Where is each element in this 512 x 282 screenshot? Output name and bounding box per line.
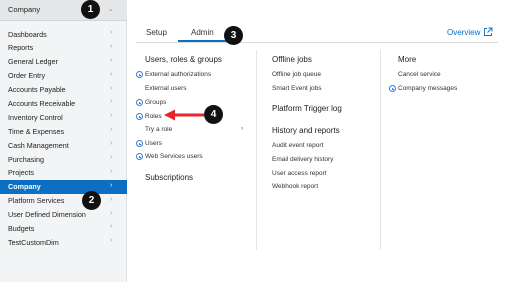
link-webhook-report[interactable]: Webhook report <box>272 183 318 190</box>
callout-badge-2: 2 <box>82 191 101 210</box>
sidebar-item-label: Accounts Payable <box>8 85 66 95</box>
link-users[interactable]: Users <box>145 140 162 147</box>
link-roles[interactable]: Roles <box>145 113 162 120</box>
sidebar-item-label: Budgets <box>8 223 35 233</box>
tab-admin[interactable]: Admin <box>191 28 214 37</box>
callout-badge-3: 3 <box>224 26 243 45</box>
sidebar-item-accounts-payable[interactable]: Accounts Payable › <box>0 83 127 97</box>
section-heading-subscriptions[interactable]: Subscriptions <box>145 173 193 182</box>
chevron-right-icon: › <box>110 70 113 78</box>
link-cancel-service[interactable]: Cancel service <box>398 71 441 78</box>
sidebar-item-label: Purchasing <box>8 154 44 164</box>
sidebar-item-label: Time & Expenses <box>8 126 65 136</box>
chevron-right-icon: › <box>110 167 113 175</box>
link-groups[interactable]: Groups <box>145 99 166 106</box>
chevron-right-icon: › <box>110 56 113 64</box>
company-switcher-label: Company <box>8 5 41 14</box>
section-heading-offline-jobs: Offline jobs <box>272 55 312 64</box>
sidebar-item-cash-management[interactable]: Cash Management › <box>0 138 127 152</box>
link-external-authorizations[interactable]: External authorizations <box>145 71 211 78</box>
sidebar-item-purchasing[interactable]: Purchasing › <box>0 152 127 166</box>
sidebar: Company ⌄ Dashboards › Reports › General L… <box>0 0 127 282</box>
callout-badge-4: 4 <box>204 105 223 124</box>
company-switcher[interactable]: Company ⌄ <box>0 0 127 21</box>
sidebar-item-label: Company <box>8 182 41 192</box>
sidebar-item-company[interactable]: Company › <box>0 179 127 194</box>
sidebar-item-label: Dashboards <box>8 29 47 39</box>
sidebar-item-dashboards[interactable]: Dashboards › <box>0 27 127 41</box>
sidebar-item-label: Cash Management <box>8 140 69 150</box>
link-try-a-role[interactable]: Try a role <box>145 126 172 133</box>
chevron-right-icon: › <box>110 209 113 217</box>
sidebar-item-label: Accounts Receivable <box>8 98 76 108</box>
chevron-right-icon: › <box>110 98 113 106</box>
link-company-messages[interactable]: Company messages <box>398 85 457 92</box>
tab-divider <box>136 42 498 43</box>
chevron-right-icon: › <box>110 126 113 134</box>
sidebar-item-testcustomdim[interactable]: TestCustomDim › <box>0 235 127 249</box>
sidebar-item-label: Platform Services <box>8 196 65 206</box>
sidebar-item-order-entry[interactable]: Order Entry › <box>0 69 127 83</box>
add-icon[interactable] <box>136 153 143 160</box>
chevron-right-icon: › <box>110 29 113 36</box>
add-icon[interactable] <box>136 99 143 106</box>
chevron-right-icon: › <box>110 181 113 189</box>
sidebar-item-accounts-receivable[interactable]: Accounts Receivable › <box>0 96 127 110</box>
external-link-icon[interactable] <box>483 27 493 37</box>
sidebar-item-platform-services[interactable]: Platform Services › <box>0 194 127 208</box>
sidebar-item-label: User Defined Dimension <box>8 210 86 220</box>
sidebar-item-projects[interactable]: Projects › <box>0 166 127 180</box>
sidebar-item-label: TestCustomDim <box>8 237 59 247</box>
link-smart-event-jobs[interactable]: Smart Event jobs <box>272 85 322 92</box>
chevron-right-icon: › <box>110 84 113 92</box>
link-external-users[interactable]: External users <box>145 85 187 92</box>
link-user-access-report[interactable]: User access report <box>272 170 327 177</box>
link-email-delivery-history[interactable]: Email delivery history <box>272 156 333 163</box>
sidebar-item-label: Inventory Control <box>8 112 63 122</box>
column-divider <box>256 50 257 250</box>
chevron-right-icon: › <box>110 140 113 148</box>
section-heading-history-reports: History and reports <box>272 126 340 135</box>
section-heading-more: More <box>398 55 417 64</box>
chevron-right-icon: › <box>110 154 113 162</box>
sidebar-item-user-defined-dimension[interactable]: User Defined Dimension › <box>0 208 127 222</box>
add-icon[interactable] <box>136 71 143 78</box>
chevron-right-icon: › <box>110 237 113 245</box>
sidebar-item-reports[interactable]: Reports › <box>0 41 127 55</box>
sidebar-item-time-expenses[interactable]: Time & Expenses › <box>0 124 127 138</box>
link-web-services-users[interactable]: Web Services users <box>145 153 203 160</box>
column-divider <box>380 50 381 250</box>
add-icon[interactable] <box>136 113 143 120</box>
chevron-right-icon: › <box>241 125 244 132</box>
chevron-right-icon: › <box>110 223 113 231</box>
chevron-down-icon[interactable]: ⌄ <box>108 5 114 13</box>
section-heading-users-roles-groups: Users, roles & groups <box>145 55 222 64</box>
sidebar-item-label: Projects <box>8 168 34 178</box>
add-icon[interactable] <box>389 85 396 92</box>
overview-link[interactable]: Overview <box>447 28 480 37</box>
chevron-right-icon: › <box>110 42 113 50</box>
sidebar-item-label: Order Entry <box>8 71 46 81</box>
sidebar-item-label: General Ledger <box>8 57 58 67</box>
chevron-right-icon: › <box>110 112 113 120</box>
chevron-right-icon: › <box>110 195 113 203</box>
sidebar-item-label: Reports <box>8 43 34 53</box>
sidebar-item-general-ledger[interactable]: General Ledger › <box>0 55 127 69</box>
add-icon[interactable] <box>136 140 143 147</box>
sidebar-item-budgets[interactable]: Budgets › <box>0 221 127 235</box>
sidebar-item-inventory-control[interactable]: Inventory Control › <box>0 110 127 124</box>
callout-badge-1: 1 <box>81 0 100 19</box>
section-heading-platform-trigger-log[interactable]: Platform Trigger log <box>272 104 342 113</box>
link-offline-job-queue[interactable]: Offline job queue <box>272 71 321 78</box>
sidebar-menu: Dashboards › Reports › General Ledger › Ord… <box>0 27 127 249</box>
tab-setup[interactable]: Setup <box>146 28 167 37</box>
link-audit-event-report[interactable]: Audit event report <box>272 142 323 149</box>
annotation-arrow-icon <box>164 109 204 121</box>
